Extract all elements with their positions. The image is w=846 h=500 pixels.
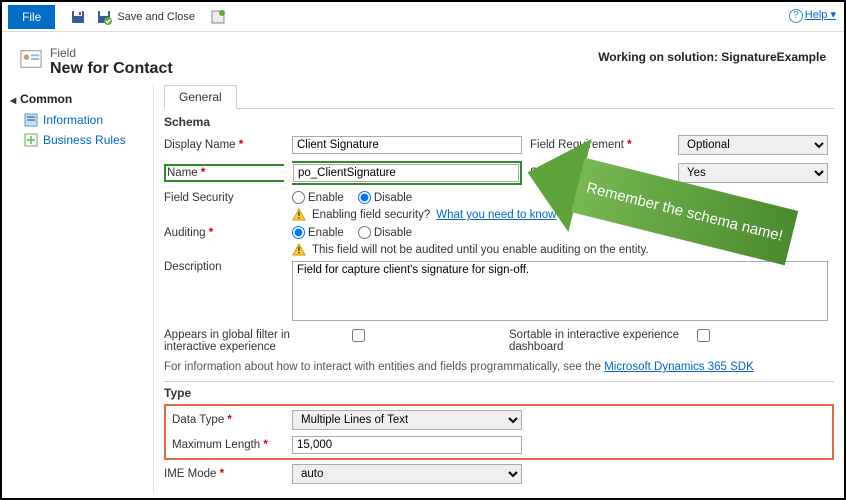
auditing-disable-radio[interactable]: Disable <box>358 226 412 239</box>
sdk-link[interactable]: Microsoft Dynamics 365 SDK <box>604 361 754 373</box>
sortable-dashboard-checkbox[interactable] <box>697 329 710 342</box>
save-close-label[interactable]: Save and Close <box>117 11 195 23</box>
ime-mode-label: IME Mode <box>164 468 284 480</box>
field-security-warning: Enabling field security? What you need t… <box>292 208 834 222</box>
ime-mode-select[interactable]: auto <box>292 464 522 484</box>
warning-icon <box>292 208 306 222</box>
auditing-label: Auditing <box>164 227 284 239</box>
auditing-warning: This field will not be audited until you… <box>292 243 834 257</box>
save-icon[interactable] <box>69 8 87 26</box>
info-icon <box>24 113 38 127</box>
type-section-title: Type <box>164 381 834 400</box>
page-header: Field New for Contact Working on solutio… <box>2 32 844 84</box>
data-type-label: Data Type <box>172 414 284 426</box>
data-type-select[interactable]: Multiple Lines of Text <box>292 410 522 430</box>
help-link[interactable]: ?Help ▾ <box>789 8 836 23</box>
tab-bar: General <box>164 84 834 109</box>
field-security-label: Field Security <box>164 192 284 204</box>
rules-icon <box>24 133 38 147</box>
description-label: Description <box>164 261 284 273</box>
toolbar: File Save and Close ?Help ▾ <box>2 2 844 32</box>
searchable-select[interactable]: Yes <box>678 163 828 183</box>
file-button[interactable]: File <box>8 5 55 29</box>
global-filter-label: Appears in global filter in interactive … <box>164 329 344 353</box>
display-name-label: Display Name <box>164 139 284 151</box>
tab-general[interactable]: General <box>164 85 237 109</box>
sidebar: Common Information Business Rules <box>2 84 154 494</box>
page-title: New for Contact <box>50 60 173 78</box>
description-textarea[interactable]: Field for capture client's signature for… <box>292 261 828 321</box>
sidebar-item-label: Business Rules <box>43 133 126 147</box>
name-label: Name <box>164 164 284 182</box>
entity-type-label: Field <box>50 46 173 60</box>
field-entity-icon <box>20 48 42 70</box>
save-close-icon[interactable] <box>95 8 113 26</box>
refresh-icon[interactable] <box>209 8 227 26</box>
main-panel: General Schema Display Name Field Requir… <box>154 84 844 494</box>
help-icon: ? <box>789 9 803 23</box>
field-security-info-link[interactable]: What you need to know <box>436 209 556 221</box>
schema-section-title: Schema <box>164 115 834 129</box>
sidebar-item-label: Information <box>43 113 103 127</box>
field-security-disable-radio[interactable]: Disable <box>358 191 412 204</box>
warning-icon <box>292 243 306 257</box>
sdk-info-text: For information about how to interact wi… <box>164 361 834 373</box>
field-requirement-select[interactable]: Optional <box>678 135 828 155</box>
field-security-enable-radio[interactable]: Enable <box>292 191 344 204</box>
global-filter-checkbox[interactable] <box>352 329 365 342</box>
max-length-input[interactable] <box>292 436 522 454</box>
field-requirement-label: Field Requirement <box>530 139 670 151</box>
sidebar-group-common[interactable]: Common <box>10 92 145 106</box>
type-highlight-box: Data Type Multiple Lines of Text Maximum… <box>164 404 834 460</box>
name-input[interactable] <box>293 164 519 182</box>
display-name-input[interactable] <box>292 136 522 154</box>
sortable-dashboard-label: Sortable in interactive experience dashb… <box>509 329 689 353</box>
max-length-label: Maximum Length <box>172 439 284 451</box>
auditing-enable-radio[interactable]: Enable <box>292 226 344 239</box>
sidebar-item-information[interactable]: Information <box>10 110 145 130</box>
sidebar-item-business-rules[interactable]: Business Rules <box>10 130 145 150</box>
searchable-label: Searchable <box>530 167 670 179</box>
solution-indicator: Working on solution: SignatureExample <box>598 50 826 64</box>
